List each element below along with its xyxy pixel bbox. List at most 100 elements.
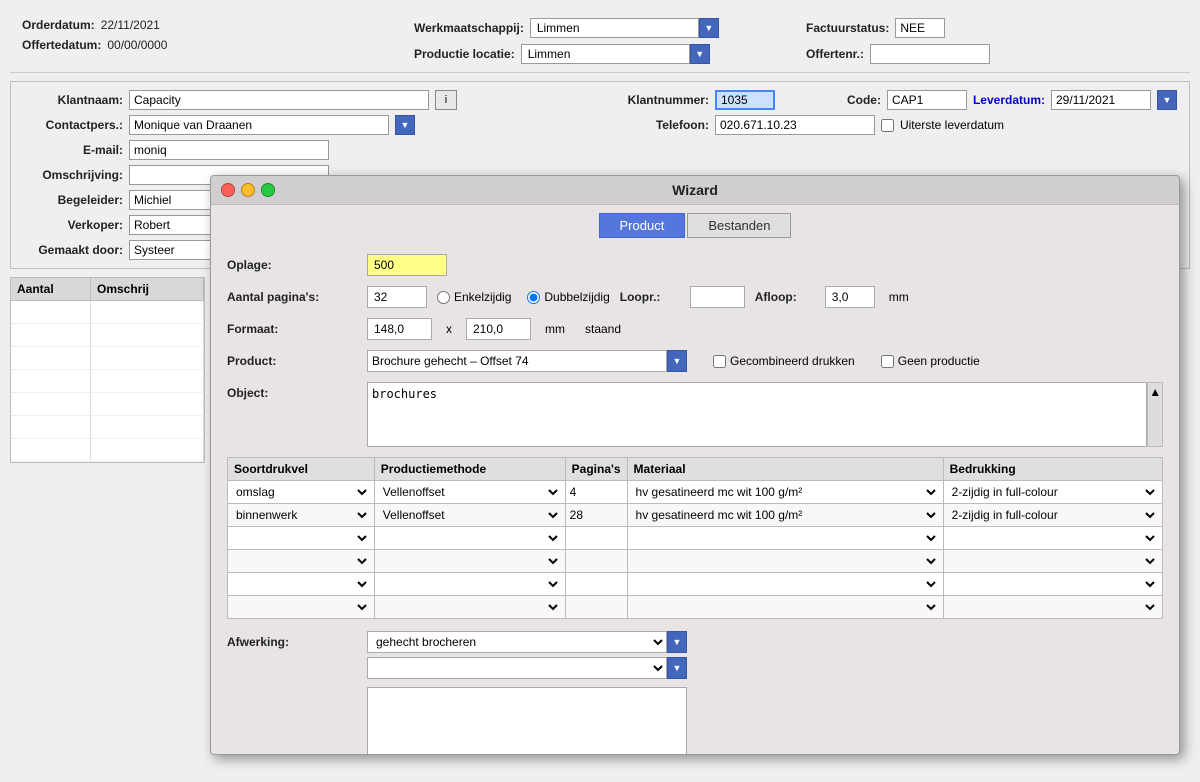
prod-select-3[interactable] — [379, 530, 561, 546]
loopr-input[interactable] — [690, 286, 745, 308]
afloop-input[interactable] — [825, 286, 875, 308]
mat-select-3[interactable] — [632, 530, 939, 546]
wizard-body: Oplage: Aantal pagina's: Enkelzijdig Dub… — [211, 242, 1179, 755]
klantnummer-input[interactable] — [715, 90, 775, 110]
telefoon-label: Telefoon: — [609, 118, 709, 132]
afwerking-dropdown-2[interactable]: ▼ — [667, 657, 687, 679]
bed-select-1[interactable]: 2-zijdig in full-colour — [948, 484, 1158, 500]
prod-select-1[interactable]: Vellenoffset — [379, 484, 561, 500]
productieLoc-input[interactable] — [521, 44, 690, 64]
gecombineerd-checkbox[interactable] — [713, 355, 726, 368]
klantnaam-input[interactable] — [129, 90, 429, 110]
minimize-icon[interactable] — [241, 183, 255, 197]
th-pag: Pagina's — [565, 458, 627, 481]
prod-select-5[interactable] — [379, 576, 561, 592]
afloop-label: Afloop: — [755, 290, 815, 304]
bed-select-3[interactable] — [948, 530, 1158, 546]
soort-select-6[interactable] — [232, 599, 370, 615]
mat-select-1[interactable]: hv gesatineerd mc wit 100 g/m² — [632, 484, 939, 500]
table-row — [11, 370, 204, 393]
product-select-wrap: ▼ — [367, 350, 687, 372]
productieLoc-combo[interactable]: ▼ — [521, 44, 710, 64]
soort-select-5[interactable] — [232, 576, 370, 592]
titlebar-controls — [221, 183, 275, 197]
product-dropdown[interactable]: ▼ — [667, 350, 687, 372]
offertenr-row: Offertenr.: — [806, 44, 1178, 64]
formaat-h-input[interactable] — [466, 318, 531, 340]
mat-select-4[interactable] — [632, 553, 939, 569]
productieLoc-dropdown[interactable]: ▼ — [690, 44, 710, 64]
formaat-type: staand — [585, 322, 621, 336]
prod-select-6[interactable] — [379, 599, 561, 615]
cell-aantal — [11, 439, 91, 461]
th-prod: Productiemethode — [374, 458, 565, 481]
contactpers-input[interactable] — [129, 115, 389, 135]
soort-select-4[interactable] — [232, 553, 370, 569]
product-label: Product: — [227, 354, 357, 368]
cell-omschrij — [91, 439, 204, 461]
email-input[interactable] — [129, 140, 329, 160]
soort-select-1[interactable]: omslag — [232, 484, 370, 500]
factuurstatus-input[interactable] — [895, 18, 945, 38]
bed-select-4[interactable] — [948, 553, 1158, 569]
bed-select-6[interactable] — [948, 599, 1158, 615]
cell-soort — [228, 550, 375, 573]
bg-table-header: Aantal Omschrij — [11, 278, 204, 301]
leverdatum-dropdown[interactable]: ▼ — [1157, 90, 1177, 110]
contactpers-dropdown[interactable]: ▼ — [395, 115, 415, 135]
formaat-w-input[interactable] — [367, 318, 432, 340]
cell-bed — [943, 573, 1162, 596]
object-scrollbar[interactable]: ▲ — [1147, 382, 1163, 447]
oplage-row: Oplage: — [227, 254, 1163, 276]
mat-select-5[interactable] — [632, 576, 939, 592]
cell-bed — [943, 550, 1162, 573]
afwerking-dropdown-1[interactable]: ▼ — [667, 631, 687, 653]
telefoon-input[interactable] — [715, 115, 875, 135]
uiterste-checkbox[interactable] — [881, 119, 894, 132]
cell-omschrij — [91, 324, 204, 346]
mat-select-2[interactable]: hv gesatineerd mc wit 100 g/m² — [632, 507, 939, 523]
code-input[interactable] — [887, 90, 967, 110]
cell-aantal — [11, 416, 91, 438]
dubbelzijdig-option[interactable]: Dubbelzijdig — [527, 290, 609, 304]
prod-select-4[interactable] — [379, 553, 561, 569]
production-table: Soortdrukvel Productiemethode Pagina's M… — [227, 457, 1163, 619]
paginas-input[interactable] — [367, 286, 427, 308]
prod-select-2[interactable]: Vellenoffset — [379, 507, 561, 523]
cell-pag — [565, 527, 627, 550]
enkelzijdig-radio[interactable] — [437, 291, 450, 304]
tab-bestanden[interactable]: Bestanden — [687, 213, 791, 238]
dubbelzijdig-radio[interactable] — [527, 291, 540, 304]
oplage-input[interactable] — [367, 254, 447, 276]
object-textarea[interactable]: brochures — [367, 382, 1147, 447]
leverdatum-input[interactable] — [1051, 90, 1151, 110]
soort-select-2[interactable]: binnenwerk — [232, 507, 370, 523]
cell-bed — [943, 527, 1162, 550]
begeleider-label: Begeleider: — [23, 193, 123, 207]
product-input[interactable] — [367, 350, 667, 372]
productieLoc-row: Productie locatie: ▼ — [414, 44, 786, 64]
offertenr-input[interactable] — [870, 44, 990, 64]
afwerking-select-wrap: gehecht brocheren ▼ — [367, 631, 687, 653]
soort-select-3[interactable] — [232, 530, 370, 546]
werkmaatschappij-dropdown[interactable]: ▼ — [699, 18, 719, 38]
klantnaam-info-btn[interactable]: i — [435, 90, 457, 110]
afwerking-select-1[interactable]: gehecht brocheren — [367, 631, 667, 653]
enkelzijdig-option[interactable]: Enkelzijdig — [437, 290, 511, 304]
offertedatum-row: Offertedatum: 00/00/0000 — [22, 38, 394, 52]
maximize-icon[interactable] — [261, 183, 275, 197]
bed-select-2[interactable]: 2-zijdig in full-colour — [948, 507, 1158, 523]
geen-productie-checkbox[interactable] — [881, 355, 894, 368]
werkmaatschappij-row: Werkmaatschappij: ▼ — [414, 18, 786, 38]
tab-product[interactable]: Product — [599, 213, 686, 238]
th-bed: Bedrukking — [943, 458, 1162, 481]
werkmaatschappij-combo[interactable]: ▼ — [530, 18, 719, 38]
werkmaatschappij-input[interactable] — [530, 18, 699, 38]
close-icon[interactable] — [221, 183, 235, 197]
afwerking-controls: gehecht brocheren ▼ ▼ — [367, 631, 687, 755]
afwerking-textarea[interactable] — [367, 687, 687, 755]
afwerking-select-2[interactable] — [367, 657, 667, 679]
mat-select-6[interactable] — [632, 599, 939, 615]
bed-select-5[interactable] — [948, 576, 1158, 592]
prod-table-body: omslag Vellenoffset 4 hv gesatineerd mc … — [228, 481, 1163, 619]
